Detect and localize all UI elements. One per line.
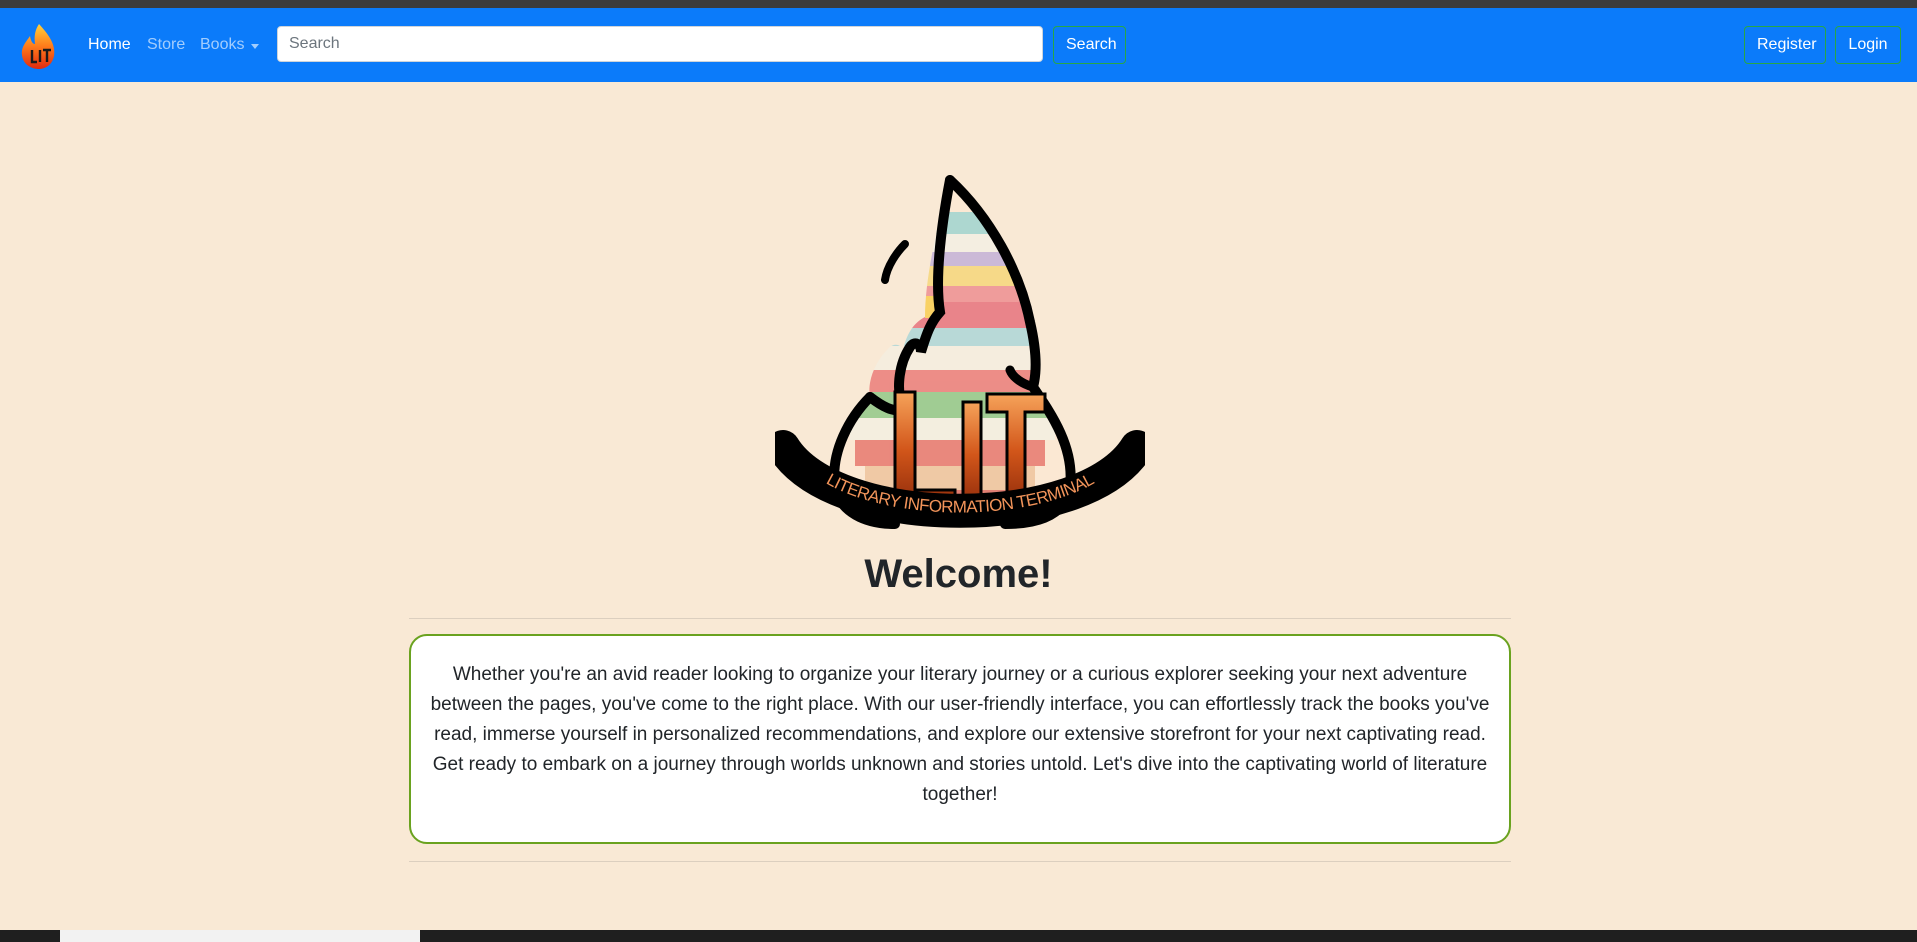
taskbar-window [60,930,420,942]
nav-books-dropdown[interactable]: Books [200,36,244,54]
intro-card: Whether you're an avid reader looking to… [409,634,1511,844]
search-input[interactable] [277,26,1043,62]
divider [409,618,1511,619]
browser-top-strip [0,0,1917,8]
divider [409,861,1511,862]
nav-home-link[interactable]: Home [88,36,131,54]
search-button[interactable]: Search [1053,26,1126,64]
register-button[interactable]: Register [1744,26,1826,64]
intro-text: Whether you're an avid reader looking to… [430,664,1490,805]
lit-hero-logo: LITERARY INFORMATION TERMINAL [775,175,1145,529]
navbar: Home Store Books Search Register Login [0,8,1917,82]
nav-store-link[interactable]: Store [147,36,185,54]
login-button[interactable]: Login [1835,26,1901,64]
brand-logo-icon[interactable] [16,22,62,70]
page-title: Welcome! [864,552,1053,596]
chevron-down-icon [251,44,259,49]
